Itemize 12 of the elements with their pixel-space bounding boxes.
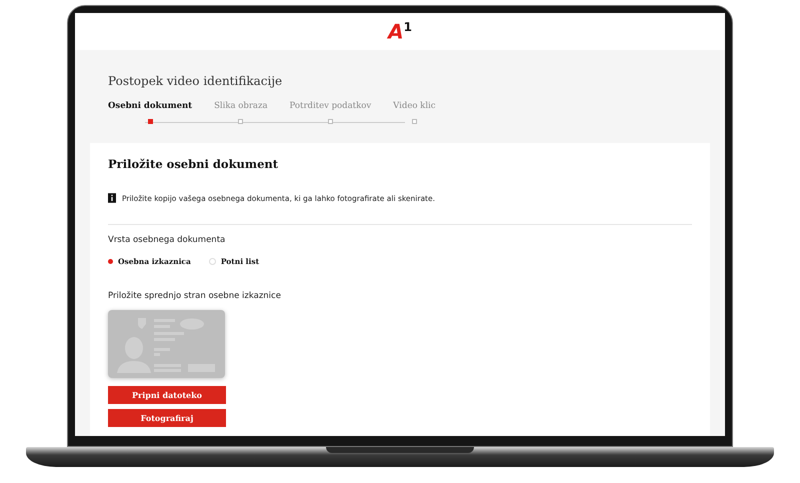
card-title: Priložite osebni dokument xyxy=(108,157,280,171)
process-title: Postopek video identifikacije xyxy=(108,74,284,88)
step-label: Potrditev podatkov xyxy=(290,101,372,111)
action-button[interactable]: Fotografiraj xyxy=(108,409,226,427)
info-icon xyxy=(108,193,116,203)
logo: A$^{1}$ xyxy=(388,21,412,42)
step-label: Osebni dokument xyxy=(108,101,192,111)
action-button[interactable]: Pripni datoteko xyxy=(108,386,226,404)
field-label: Vrsta osebnega dokumenta xyxy=(108,235,226,245)
step-label: Slika obraza xyxy=(214,101,268,111)
field-label: Priložite sprednjo stran osebne izkaznice xyxy=(108,291,282,301)
step-label: Video klic xyxy=(393,101,436,111)
